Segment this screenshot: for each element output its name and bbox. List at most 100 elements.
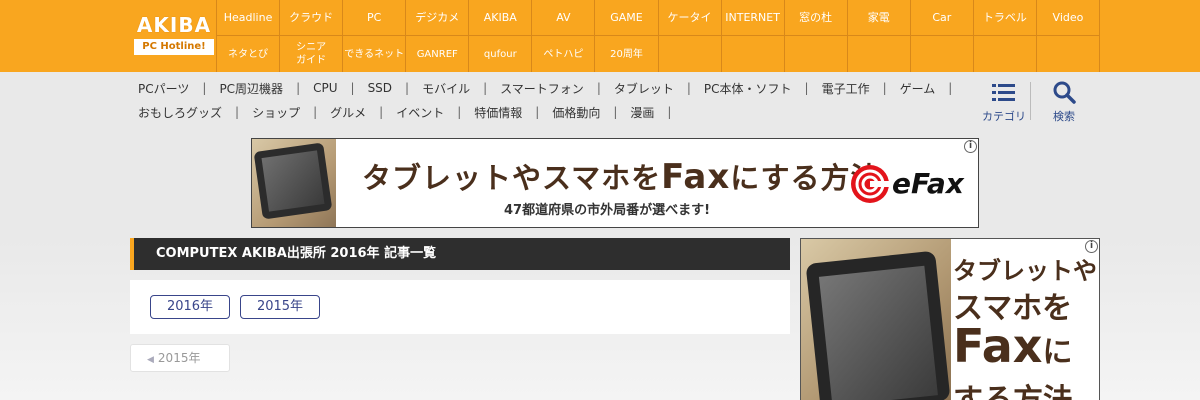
header-tools: カテゴリ 検索 [976, 80, 1100, 126]
nav-item-9[interactable]: INTERNET [721, 0, 785, 36]
subnav-item[interactable]: モバイル [422, 80, 470, 97]
subnav-item[interactable]: PCパーツ [138, 80, 189, 97]
page-title: COMPUTEX AKIBA出張所 2016年 記事一覧 [130, 238, 790, 270]
year-button-2015[interactable]: 2015年 [240, 295, 320, 319]
nav-item-row2-1[interactable]: ネタとぴ [217, 36, 281, 72]
nav-empty-cell [722, 36, 785, 72]
nav-item-6[interactable]: AV [532, 0, 596, 36]
subnav-separator: | [667, 105, 672, 119]
subnav-item[interactable]: おもしろグッズ [138, 104, 222, 121]
tablet-image [253, 142, 333, 220]
nav-item-1[interactable]: Headline [217, 0, 281, 36]
nav-item-row2-7[interactable]: 20周年 [595, 36, 659, 72]
subnav-item[interactable]: グルメ [330, 104, 366, 121]
nav-item-14[interactable]: Video [1036, 0, 1100, 36]
subnav-item[interactable]: SSD [368, 81, 392, 95]
nav-item-5[interactable]: AKIBA [469, 0, 533, 36]
nav-item-row2-4[interactable]: GANREF [406, 36, 470, 72]
subnav-separator: | [535, 105, 540, 119]
nav-item-11[interactable]: 家電 [847, 0, 911, 36]
subnav-separator: | [350, 81, 355, 95]
tools-divider [1030, 82, 1031, 120]
subnav-item[interactable]: 漫画 [630, 104, 654, 121]
side-ad-fax: Fax [953, 319, 1043, 373]
subnav-row-1: PCパーツ | PC周辺機器 | CPU | SSD | モバイル | スマートフォン | タブレット |… [138, 76, 978, 100]
nav-item-7[interactable]: GAME [595, 0, 659, 36]
nav-empty-cell [785, 36, 848, 72]
search-button[interactable]: 検索 [1036, 80, 1092, 126]
banner-title: タブレットやスマホをFaxにする方法 [362, 155, 880, 197]
akiba-pc-hotline-logo[interactable]: AKIBA PC Hotline! [132, 12, 216, 58]
nav-item-2[interactable]: クラウド [280, 0, 344, 36]
nav-empty-cell [1037, 36, 1100, 72]
nav-item-row2-2[interactable]: シニア ガイド [280, 36, 344, 72]
side-ad-line-3: Faxに [953, 321, 1099, 378]
subnav-item[interactable]: タブレット [614, 80, 674, 97]
subnav-item[interactable]: ゲーム [900, 80, 936, 97]
left-arrow-icon: ◀ [147, 355, 154, 365]
logo-sub-text: PC Hotline! [134, 39, 214, 55]
subnav-item[interactable]: ショップ [252, 104, 300, 121]
top-navigation-bar: AKIBA PC Hotline! Headline クラウド PC デジカメ AKIB… [0, 0, 1200, 72]
subnav-separator: | [613, 105, 618, 119]
banner-title-pre: タブレットやスマホを [362, 161, 662, 195]
nav-empty-cell [974, 36, 1037, 72]
subnav-row-2: おもしろグッズ | ショップ | グルメ | イベント | 特価情報 | 価格動向 | 漫画 | [138, 100, 978, 124]
side-ad-ni: に [1042, 335, 1073, 370]
efax-swirl-icon [851, 165, 892, 203]
nav-item-row2-5[interactable]: qufour [469, 36, 533, 72]
nav-item-3[interactable]: PC [343, 0, 407, 36]
subnav-item[interactable]: イベント [396, 104, 444, 121]
nav-empty-cell [848, 36, 911, 72]
category-subnav: PCパーツ | PC周辺機器 | CPU | SSD | モバイル | スマートフォン | タブレット |… [138, 76, 978, 124]
year-button-2016[interactable]: 2016年 [150, 295, 230, 319]
search-icon [1053, 81, 1076, 104]
side-tablet-photo [801, 239, 951, 400]
subnav-separator: | [596, 81, 601, 95]
subnav-separator: | [483, 81, 488, 95]
banner-subtitle: 47都道府県の市外局番が選べます! [503, 203, 711, 218]
menu-list-icon [992, 84, 1015, 101]
subnav-separator: | [313, 105, 318, 119]
efax-banner-ad[interactable]: タブレットやスマホをFaxにする方法 47都道府県の市外局番が選べます! eFa… [251, 138, 979, 228]
nav-item-4[interactable]: デジカメ [406, 0, 470, 36]
category-button[interactable]: カテゴリ [976, 80, 1032, 126]
category-label: カテゴリ [982, 110, 1026, 123]
efax-logo: eFax [848, 163, 966, 205]
subnav-item[interactable]: PC周辺機器 [219, 80, 283, 97]
ad-info-icon[interactable]: i [964, 140, 977, 153]
nav-item-10[interactable]: 窓の杜 [784, 0, 848, 36]
nav-item-row2-3[interactable]: できるネット [343, 36, 407, 72]
side-ad-line-1: タブレットや [953, 257, 1097, 285]
subnav-separator: | [405, 81, 410, 95]
side-ad-info-icon[interactable]: i [1085, 240, 1098, 253]
subnav-separator: | [457, 105, 462, 119]
subnav-separator: | [882, 81, 887, 95]
tablet-photo [252, 139, 336, 227]
efax-brand-text: eFax [892, 167, 964, 200]
subnav-separator: | [948, 81, 953, 95]
efax-side-ad[interactable]: タブレットや スマホを Faxに する方法 i [800, 238, 1100, 400]
nav-item-row2-6[interactable]: ペトハピ [532, 36, 596, 72]
nav-empty-cell [911, 36, 974, 72]
previous-year-label: 2015年 [157, 351, 201, 365]
nav-item-8[interactable]: ケータイ [658, 0, 722, 36]
side-ad-line-4: する方法 [953, 375, 1099, 400]
search-label: 検索 [1053, 110, 1075, 123]
subnav-item[interactable]: スマートフォン [500, 80, 584, 97]
previous-year-button[interactable]: ◀ 2015年 [130, 344, 230, 372]
subnav-item[interactable]: 価格動向 [552, 104, 600, 121]
subnav-separator: | [202, 81, 207, 95]
nav-item-13[interactable]: トラベル [973, 0, 1037, 36]
subnav-separator: | [296, 81, 301, 95]
subnav-item[interactable]: 電子工作 [822, 80, 870, 97]
site-nav-grid: Headline クラウド PC デジカメ AKIBA AV GAME ケータイ INTERNE… [216, 0, 1100, 72]
subnav-item[interactable]: 特価情報 [474, 104, 522, 121]
subnav-separator: | [379, 105, 384, 119]
subnav-item[interactable]: PC本体・ソフト [704, 80, 792, 97]
nav-empty-cell [659, 36, 722, 72]
nav-item-12[interactable]: Car [910, 0, 974, 36]
subnav-separator: | [235, 105, 240, 119]
subnav-item[interactable]: CPU [313, 81, 337, 95]
logo-main-text: AKIBA [136, 13, 212, 37]
